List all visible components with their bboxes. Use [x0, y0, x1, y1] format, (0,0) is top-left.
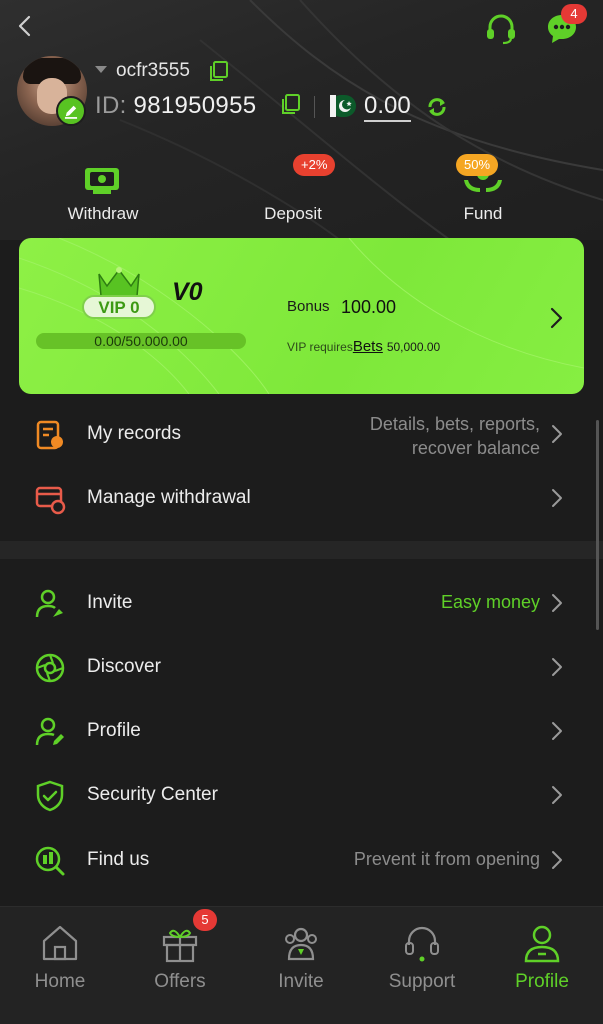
back-chevron-icon[interactable] [14, 14, 38, 38]
shield-icon [36, 780, 64, 812]
vip-crown-icon: VIP 0 [82, 267, 156, 319]
tab-invite[interactable]: Invite [246, 921, 356, 993]
copy-username-icon[interactable] [208, 60, 230, 82]
tab-home[interactable]: Home [5, 921, 115, 993]
menu-row-security-center[interactable]: Security Center [0, 763, 590, 827]
menu-row-find-us[interactable]: Find us Prevent it from opening [0, 828, 590, 892]
menu-row-manage-withdrawal[interactable]: Manage withdrawal [0, 466, 590, 530]
withdraw-label: Withdraw [67, 204, 139, 223]
menu-row-profile[interactable]: Profile [0, 699, 590, 763]
menu-row-discover[interactable]: Discover [0, 635, 590, 699]
tab-label: Profile [515, 971, 569, 992]
discover-icon [35, 653, 65, 683]
user-id-value: 981950955 [133, 92, 257, 119]
menu-label: Security Center [87, 784, 218, 805]
menu-label: Discover [87, 656, 161, 677]
deposit-bonus-badge: +2% [293, 154, 336, 176]
vip-requires-amount: 50,000.00 [386, 340, 441, 354]
menu-hint: Easy money [440, 592, 540, 612]
bets-link[interactable]: Bets [353, 338, 383, 355]
bonus-value: 100.00 [341, 297, 397, 317]
tab-label: Offers [154, 971, 206, 992]
user-id: ID: 981950955 [95, 92, 256, 120]
username: ocfr3555 [116, 60, 190, 81]
chat-badge: 4 [561, 4, 587, 24]
home-icon [42, 925, 78, 961]
profile-edit-icon [35, 717, 64, 746]
scrollbar[interactable] [596, 420, 599, 630]
copy-id-icon[interactable] [280, 93, 302, 115]
menu-hint-line: Details, bets, reports, [369, 414, 540, 434]
vip-chevron-right-icon[interactable] [549, 306, 565, 330]
vip-card[interactable]: VIP 0 V0 0.00/50.000.00 Bonus 100.00 VIP… [19, 238, 584, 394]
menu-hint-line: recover balance [411, 438, 540, 458]
withdrawal-icon [35, 486, 66, 515]
tab-profile[interactable]: Profile [487, 921, 597, 993]
vip-level: V0 [172, 278, 203, 306]
account-dropdown-caret-icon[interactable] [95, 66, 107, 73]
tab-label: Support [388, 971, 456, 992]
tab-label: Home [34, 971, 86, 992]
vip-progress-text: 0.00/50.000.00 [94, 333, 188, 349]
vip-requirement: VIP requiresBets 50,000.00 [287, 338, 440, 355]
menu-label: Find us [87, 849, 150, 870]
chevron-right-icon [552, 722, 562, 740]
divider [314, 96, 315, 118]
menu-row-invite[interactable]: Invite Easy money [0, 571, 590, 635]
pakistan-flag-icon [330, 95, 356, 117]
headset-icon [405, 926, 439, 962]
records-icon [36, 420, 63, 450]
tab-support[interactable]: Support [367, 921, 477, 993]
invite-people-icon [285, 927, 317, 961]
chevron-right-icon [552, 489, 562, 507]
menu-label: Profile [87, 720, 141, 741]
deposit-action[interactable]: Deposit [233, 160, 353, 224]
deposit-label: Deposit [264, 204, 322, 223]
chevron-right-icon [552, 851, 562, 869]
tab-offers[interactable]: Offers [125, 921, 235, 993]
chevron-right-icon [552, 425, 562, 443]
bottom-tab-bar: Home Offers Invite Support Profile [0, 906, 603, 1024]
chevron-right-icon [552, 594, 562, 612]
refresh-balance-icon[interactable] [426, 96, 448, 118]
user-id-label: ID: [95, 92, 127, 119]
profile-icon [524, 925, 560, 963]
bonus-label: Bonus [287, 298, 330, 315]
vip-emblem-text: VIP 0 [98, 298, 139, 317]
menu-label: Invite [87, 592, 133, 613]
menu-label: Manage withdrawal [87, 487, 251, 508]
invite-icon [35, 589, 63, 618]
chevron-right-icon [552, 658, 562, 676]
menu-hint: Prevent it from opening [353, 849, 540, 869]
menu-row-my-records[interactable]: My records Details, bets, reports, recov… [0, 402, 590, 466]
chevron-right-icon [552, 786, 562, 804]
menu-label: My records [87, 423, 181, 444]
balance-amount[interactable]: 0.00 [364, 92, 411, 122]
tab-label: Invite [278, 971, 324, 992]
headset-support-icon[interactable] [484, 12, 518, 46]
withdraw-action[interactable]: Withdraw [43, 160, 163, 224]
menu-hint: Details, bets, reports, recover balance [370, 412, 540, 460]
section-divider [0, 541, 603, 559]
fund-bonus-badge: 50% [456, 154, 499, 176]
vip-requires-label: VIP requires [287, 340, 353, 354]
find-us-icon [35, 846, 65, 876]
offers-badge: 5 [193, 909, 217, 931]
edit-avatar-icon[interactable] [56, 96, 86, 126]
fund-label: Fund [463, 204, 503, 223]
withdraw-icon [85, 168, 119, 194]
